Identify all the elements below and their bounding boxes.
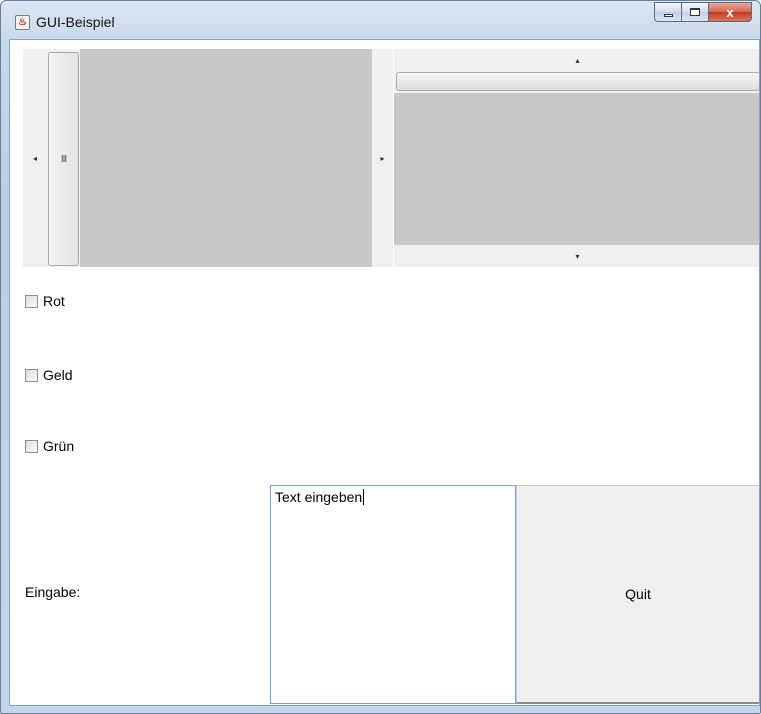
window-controls: x bbox=[654, 2, 752, 22]
grip-icon: III bbox=[60, 153, 67, 165]
scroll-left-button[interactable]: ◂ bbox=[23, 49, 47, 267]
checkbox-icon[interactable] bbox=[25, 368, 38, 382]
text-caret bbox=[363, 489, 365, 505]
checkbox-label: Grün bbox=[43, 438, 75, 454]
arrow-up-icon: ▴ bbox=[575, 56, 580, 65]
input-text: Text eingeben bbox=[275, 489, 363, 505]
arrow-left-icon: ◂ bbox=[32, 153, 37, 163]
checkbox-geld[interactable]: Geld bbox=[25, 366, 73, 384]
quit-button[interactable]: Quit bbox=[516, 485, 759, 704]
vertical-scroll-thumb[interactable] bbox=[396, 72, 759, 91]
scroll-right-button[interactable]: ▸ bbox=[372, 49, 393, 267]
checkbox-label: Rot bbox=[43, 293, 65, 309]
scroll-up-button[interactable]: ▴ bbox=[394, 49, 759, 72]
horizontal-scroll-thumb[interactable]: III bbox=[48, 52, 79, 266]
arrow-right-icon: ▸ bbox=[380, 153, 385, 163]
horizontal-scrollbar[interactable]: ◂ III ▸ bbox=[23, 49, 393, 267]
content-pane: ◂ III ▸ ▴ ▾ Rot Geld Grün Eingabe: Text … bbox=[9, 39, 760, 706]
maximize-icon bbox=[690, 8, 700, 16]
arrow-down-icon: ▾ bbox=[575, 251, 580, 261]
text-input-area[interactable]: Text eingeben bbox=[270, 485, 516, 704]
checkbox-label: Geld bbox=[43, 367, 73, 383]
checkbox-gruen[interactable]: Grün bbox=[25, 437, 74, 455]
title-bar[interactable]: ♨ GUI-Beispiel x bbox=[1, 1, 760, 39]
window-frame: ♨ GUI-Beispiel x ◂ III ▸ ▴ ▾ Rot Geld Gr… bbox=[0, 0, 761, 714]
vertical-scroll-track[interactable] bbox=[394, 93, 759, 245]
minimize-icon bbox=[663, 14, 673, 17]
input-label: Eingabe: bbox=[25, 584, 81, 600]
checkbox-icon[interactable] bbox=[25, 294, 38, 308]
checkbox-icon[interactable] bbox=[25, 439, 38, 453]
scroll-down-button[interactable]: ▾ bbox=[394, 245, 759, 267]
window-title: GUI-Beispiel bbox=[36, 14, 115, 30]
java-app-icon: ♨ bbox=[15, 15, 30, 30]
horizontal-scroll-track[interactable] bbox=[80, 49, 372, 267]
vertical-scrollbar[interactable]: ▴ ▾ bbox=[394, 49, 759, 267]
checkbox-rot[interactable]: Rot bbox=[25, 292, 65, 310]
close-button[interactable]: x bbox=[708, 2, 752, 22]
maximize-button[interactable] bbox=[681, 2, 708, 22]
close-icon: x bbox=[726, 4, 734, 20]
minimize-button[interactable] bbox=[654, 2, 681, 22]
